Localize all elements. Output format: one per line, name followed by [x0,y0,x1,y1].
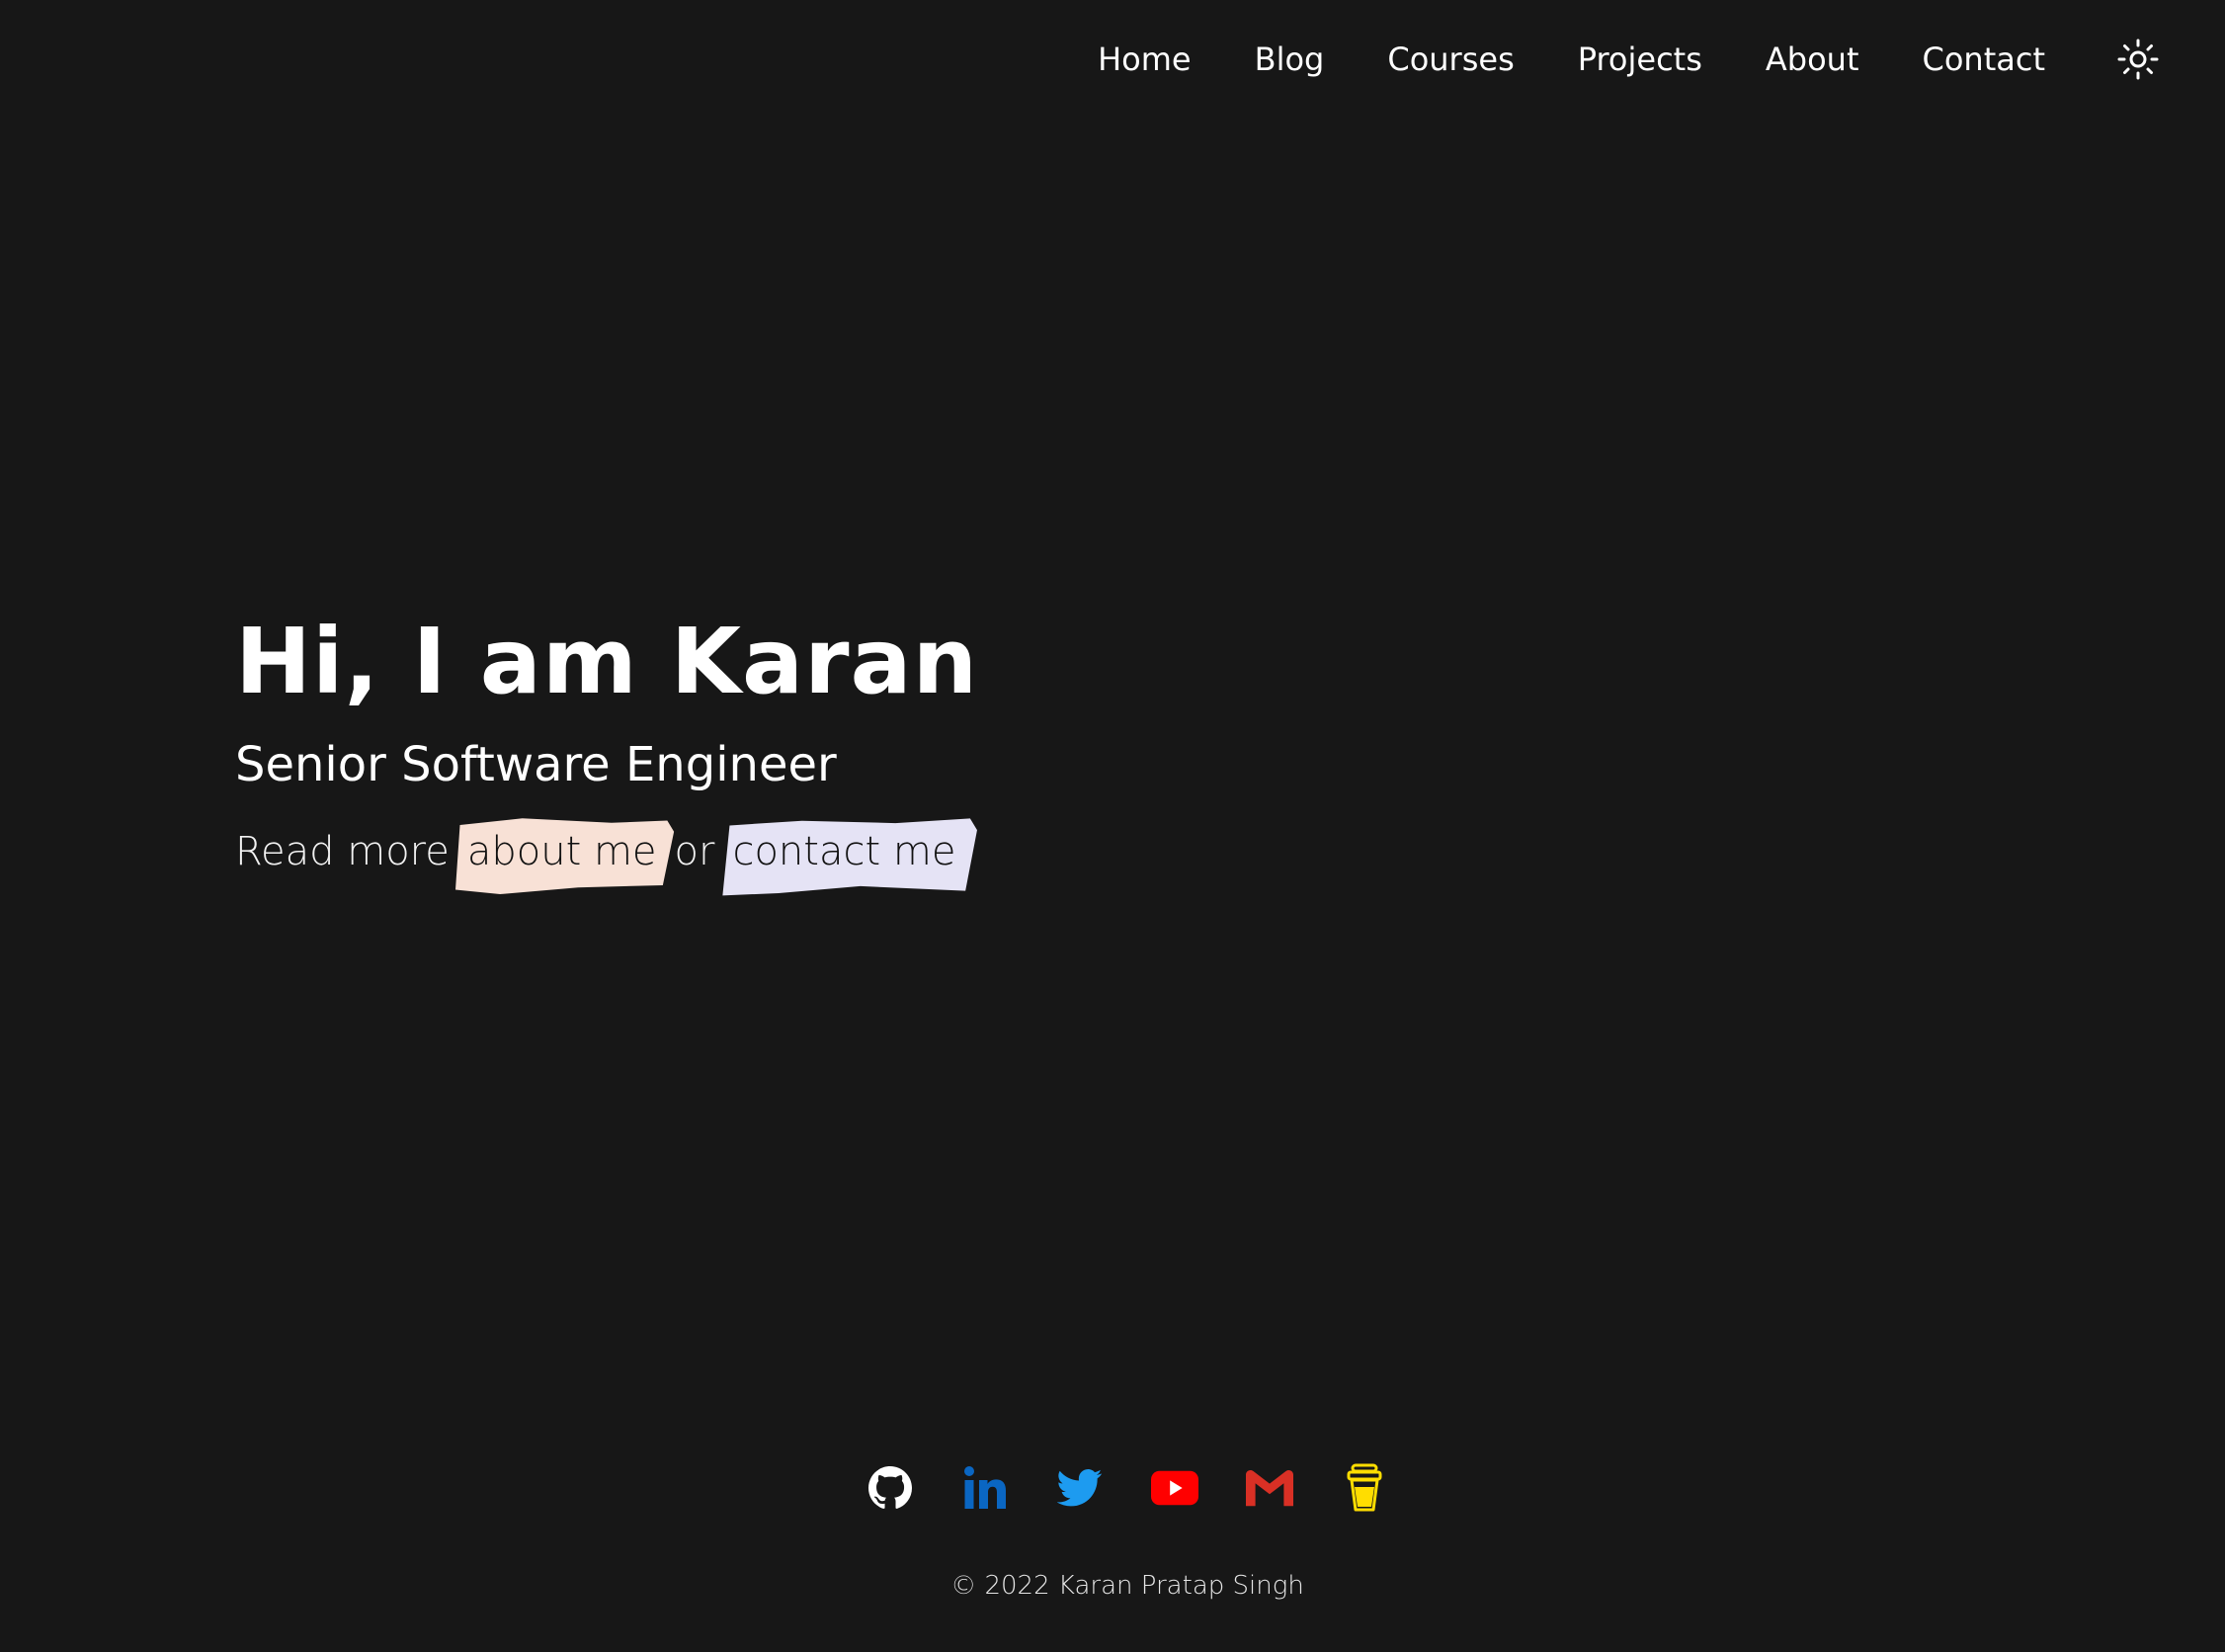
main-nav: Home Blog Courses Projects About Contact [1098,30,2160,89]
cta-prefix-text: Read more [235,829,450,874]
twitter-icon [1057,1469,1103,1507]
theme-toggle-button[interactable] [2116,38,2160,81]
buy-me-a-coffee-icon [1347,1463,1382,1512]
copyright-text: © 2022 Karan Pratap Singh [950,1571,1304,1601]
nav-projects-link[interactable]: Projects [1578,30,1702,89]
about-me-link[interactable]: about me [454,818,674,894]
linkedin-link[interactable] [961,1462,1009,1514]
cta-middle-text: or [674,829,715,874]
contact-me-link-text: contact me [732,829,956,874]
nav-home-link[interactable]: Home [1098,30,1192,89]
github-icon [868,1466,912,1509]
youtube-icon [1151,1470,1198,1506]
twitter-link[interactable] [1056,1462,1104,1514]
page: Home Blog Courses Projects About Contact [0,0,2225,1652]
nav-courses-link[interactable]: Courses [1387,30,1514,89]
gmail-link[interactable] [1246,1462,1293,1514]
nav-blog-link[interactable]: Blog [1255,30,1325,89]
about-me-link-text: about me [466,829,657,874]
linkedin-icon [964,1466,1006,1509]
youtube-link[interactable] [1151,1462,1198,1514]
contact-me-link[interactable]: contact me [722,818,978,896]
hero-title: Hi, I am Karan [235,609,979,714]
hero-subtitle: Senior Software Engineer [235,737,837,792]
hero-cta: Read more about me or contact me [235,818,978,896]
social-links [0,1462,2225,1514]
sun-icon [2117,39,2159,80]
buy-me-a-coffee-link[interactable] [1341,1462,1388,1514]
hero-section: Hi, I am Karan Senior Software Engineer … [235,603,979,896]
github-link[interactable] [866,1462,914,1514]
nav-about-link[interactable]: About [1766,30,1859,89]
nav-contact-link[interactable]: Contact [1923,30,2046,89]
gmail-icon [1246,1469,1293,1507]
